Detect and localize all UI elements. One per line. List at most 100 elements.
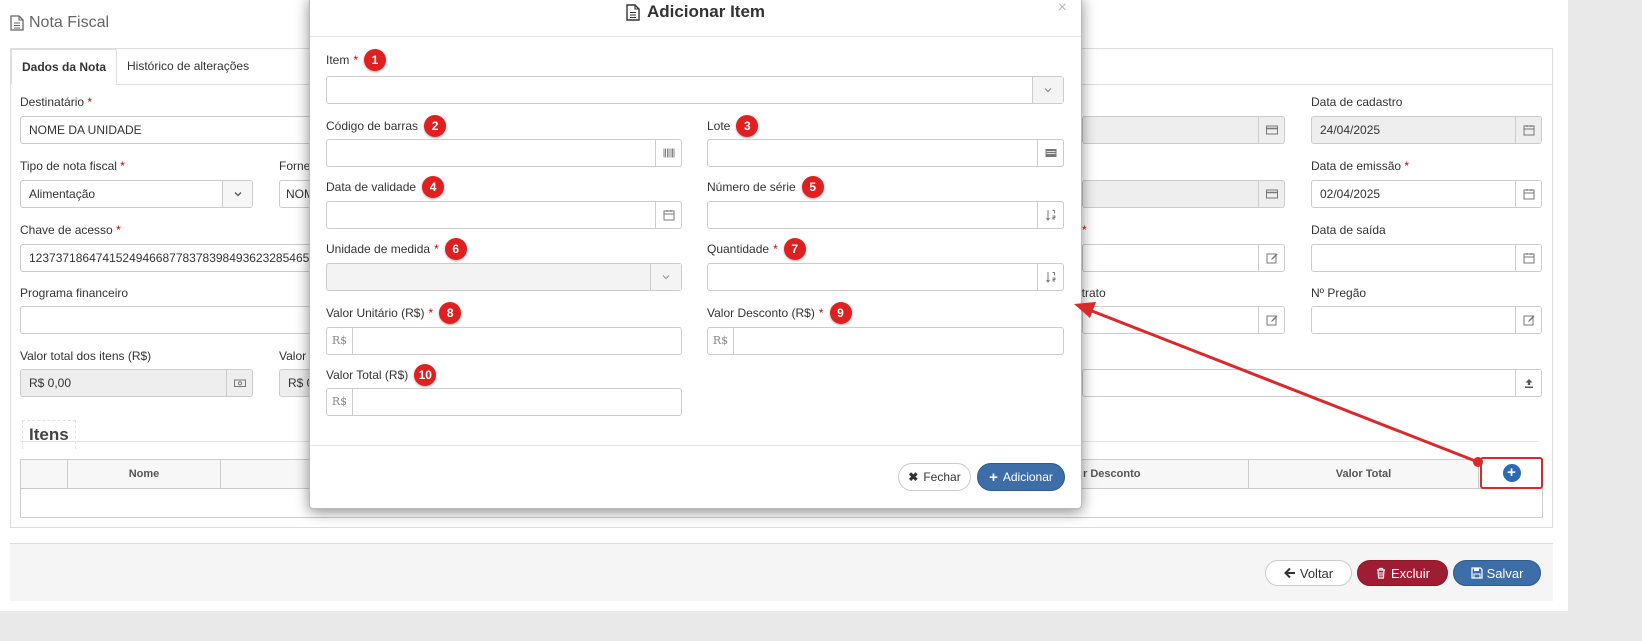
fechar-button[interactable]: ✖ Fechar <box>898 463 971 491</box>
valor-unitario-input[interactable]: R$ <box>326 327 682 355</box>
edit-icon <box>1258 245 1284 271</box>
step-badge: 4 <box>422 176 445 198</box>
n-pregao-label: Nº Pregão <box>1311 286 1367 300</box>
step-badge: 3 <box>736 115 759 137</box>
calendar-icon[interactable] <box>1515 245 1541 271</box>
salvar-button[interactable]: Salvar <box>1453 560 1541 586</box>
tab-dados-da-nota[interactable]: Dados da Nota <box>11 49 118 85</box>
data-saida-label: Data de saída <box>1311 223 1386 237</box>
column-valor-total[interactable]: Valor Total <box>1249 460 1479 489</box>
excluir-button[interactable]: Excluir <box>1357 560 1448 586</box>
numero-serie-input[interactable] <box>707 201 1064 229</box>
upload-icon[interactable] <box>1515 370 1541 396</box>
page-title: Nota Fiscal <box>10 14 109 32</box>
modal-header: Adicionar Item × <box>310 0 1081 37</box>
unidade-medida-label: Unidade de medida * 6 <box>326 238 467 260</box>
valor-total-itens-label: Valor total dos itens (R$) <box>20 349 152 363</box>
modal-footer <box>310 445 1081 446</box>
add-item-button[interactable]: + <box>1480 457 1543 489</box>
document-icon <box>626 3 640 21</box>
step-badge: 9 <box>829 302 852 324</box>
close-icon[interactable]: × <box>1058 0 1067 17</box>
column-nome[interactable]: Nome <box>68 460 221 489</box>
chevron-down-icon <box>1032 77 1063 103</box>
data-cadastro-label: Data de cadastro <box>1311 95 1403 109</box>
valor-desconto-input[interactable]: R$ <box>707 327 1064 355</box>
sort-numeric-icon <box>1037 264 1063 290</box>
quantidade-input[interactable] <box>707 263 1064 291</box>
chave-acesso-label: Chave de acesso * <box>20 223 121 237</box>
data-emissao-label: Data de emissão * <box>1311 159 1410 173</box>
numero-serie-label: Número de série 5 <box>707 176 824 198</box>
card-icon <box>1258 117 1284 143</box>
card-icon <box>1258 181 1284 207</box>
step-badge: 7 <box>783 238 806 260</box>
programa-financeiro-field[interactable] <box>20 306 320 334</box>
programa-financeiro-label: Programa financeiro <box>20 286 129 300</box>
quantidade-label: Quantidade * 7 <box>707 238 806 260</box>
step-badge: 10 <box>414 364 437 386</box>
destinatario-field[interactable]: NOME DA UNIDADE <box>20 116 320 144</box>
arrow-left-icon <box>1283 567 1295 579</box>
partial-field-1 <box>1082 116 1285 144</box>
lote-input[interactable] <box>707 139 1064 167</box>
valor-total-input[interactable]: R$ <box>326 388 682 416</box>
unidade-medida-select[interactable] <box>326 263 682 291</box>
step-badge: 8 <box>439 302 462 324</box>
lote-label: Lote 3 <box>707 115 759 137</box>
close-icon: ✖ <box>908 470 919 484</box>
currency-prefix: R$ <box>327 389 353 415</box>
n-pregao-field[interactable] <box>1311 306 1542 334</box>
valor-total-label: Valor Total (R$) 10 <box>326 364 437 386</box>
adicionar-button[interactable]: + Adicionar <box>977 463 1065 491</box>
save-icon <box>1470 567 1483 579</box>
valor-desconto-label: Valor Desconto (R$) * 9 <box>707 302 852 324</box>
sort-numeric-icon <box>1037 202 1063 228</box>
chevron-down-icon <box>222 181 252 207</box>
barcode-icon <box>655 140 681 166</box>
valor-partial-label: Valor <box>279 349 307 363</box>
partial-field-2 <box>1082 180 1285 208</box>
codigo-barras-label: Código de barras 2 <box>326 115 447 137</box>
step-badge: 6 <box>444 238 467 260</box>
codigo-barras-input[interactable] <box>326 139 682 167</box>
currency-prefix: R$ <box>708 328 734 354</box>
tipo-nota-select[interactable]: Alimentação <box>20 180 253 208</box>
edit-icon <box>1515 307 1541 333</box>
data-emissao-field[interactable]: 02/04/2025 <box>1311 180 1542 208</box>
voltar-button[interactable]: Voltar <box>1265 560 1352 586</box>
contrato-field[interactable] <box>1082 306 1285 334</box>
calendar-icon[interactable] <box>655 202 681 228</box>
calendar-icon <box>1515 117 1541 143</box>
valor-total-itens-field: R$ 0,00 <box>20 369 253 397</box>
upload-field[interactable] <box>1082 369 1542 397</box>
tab-bar: Dados da Nota Histórico de alterações <box>11 49 259 85</box>
chave-acesso-field[interactable]: 1237371864741524946687783783984936232854… <box>20 244 320 272</box>
calendar-icon[interactable] <box>1515 181 1541 207</box>
edit-icon <box>1258 307 1284 333</box>
trash-icon <box>1376 567 1385 579</box>
plus-icon: + <box>989 468 998 486</box>
fornecedor-label: Forne <box>279 159 311 173</box>
plus-circle-icon: + <box>1502 464 1521 482</box>
partial-required-marker: * <box>1082 223 1087 237</box>
step-badge: 1 <box>364 49 387 71</box>
tipo-nota-label: Tipo de nota fiscal * <box>20 159 125 173</box>
adicionar-item-modal: Adicionar Item × Item * 1 Código de barra… <box>309 0 1082 509</box>
data-saida-field[interactable] <box>1311 244 1542 272</box>
document-icon <box>10 15 24 31</box>
card-icon <box>1037 140 1063 166</box>
data-validade-input[interactable] <box>326 201 682 229</box>
partial-field-3[interactable] <box>1082 244 1285 272</box>
item-select[interactable] <box>326 76 1064 104</box>
step-badge: 2 <box>424 115 447 137</box>
destinatario-label: Destinatário * <box>20 95 93 109</box>
currency-prefix: R$ <box>327 328 353 354</box>
column-valor-desconto[interactable]: r Desconto <box>1083 460 1249 489</box>
itens-legend: Itens <box>22 420 76 449</box>
tab-historico[interactable]: Histórico de alterações <box>117 49 259 84</box>
valor-unitario-label: Valor Unitário (R$) * 8 <box>326 302 462 324</box>
item-label: Item * 1 <box>326 49 387 71</box>
data-validade-label: Data de validade 4 <box>326 176 445 198</box>
data-cadastro-field: 24/04/2025 <box>1311 116 1542 144</box>
